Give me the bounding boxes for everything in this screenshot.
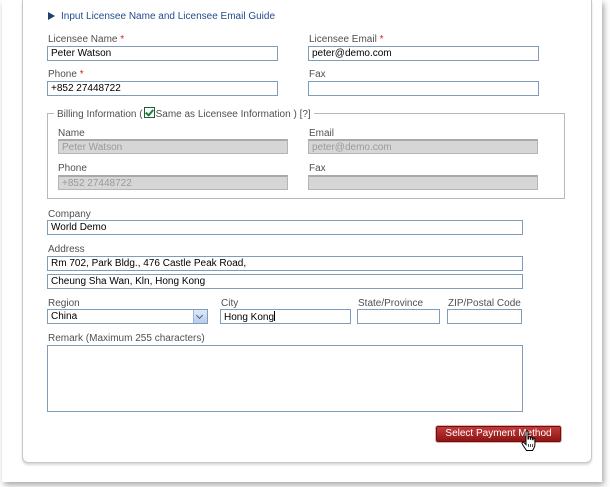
licensee-name-input[interactable]: Peter Watson	[47, 46, 278, 61]
billing-email-input: peter@demo.com	[308, 139, 538, 154]
licensee-email-label-text: Licensee Email	[309, 34, 377, 45]
chevron-down-icon[interactable]	[193, 310, 207, 323]
region-select[interactable]: China	[47, 309, 208, 324]
company-label: Company	[48, 209, 91, 220]
address-line2-input[interactable]: Cheung Sha Wan, Kln, Hong Kong	[47, 274, 523, 289]
play-triangle-icon	[48, 12, 55, 20]
billing-legend-prefix: Billing Information (	[57, 109, 143, 120]
remark-textarea[interactable]	[47, 345, 523, 412]
state-label: State/Province	[358, 298, 424, 309]
licensee-name-label-text: Licensee Name	[48, 34, 118, 45]
required-mark: *	[79, 69, 84, 80]
city-label: City	[221, 298, 239, 309]
remark-label: Remark (Maximum 255 characters)	[48, 333, 205, 344]
company-input[interactable]: World Demo	[47, 220, 523, 235]
billing-name-label: Name	[58, 128, 85, 139]
hand-cursor-icon	[521, 430, 536, 451]
billing-help-link[interactable]: [?]	[300, 109, 311, 120]
licensee-email-label: Licensee Email *	[309, 34, 384, 45]
guide-link[interactable]: Input Licensee Name and Licensee Email G…	[48, 11, 275, 22]
required-mark: *	[379, 34, 384, 45]
licensee-email-input[interactable]: peter@demo.com	[308, 46, 539, 61]
zip-input[interactable]	[447, 309, 522, 324]
region-label: Region	[48, 298, 80, 309]
text-caret	[274, 311, 276, 321]
city-input-value: Hong Kong	[224, 312, 275, 323]
state-input[interactable]	[357, 309, 440, 324]
same-as-licensee-checkbox[interactable]	[143, 107, 155, 118]
city-input[interactable]: Hong Kong	[220, 309, 351, 324]
licensee-fax-input[interactable]	[308, 81, 539, 96]
zip-label: ZIP/Postal Code	[448, 298, 521, 309]
billing-fax-input	[308, 175, 538, 190]
billing-email-label: Email	[309, 128, 335, 139]
billing-fax-label: Fax	[309, 163, 326, 174]
required-mark: *	[120, 34, 125, 45]
address-label: Address	[48, 244, 85, 255]
licensee-name-label: Licensee Name *	[48, 34, 124, 45]
billing-phone-label: Phone	[58, 163, 87, 174]
guide-link-label: Input Licensee Name and Licensee Email G…	[61, 11, 276, 22]
address-line1-input[interactable]: Rm 702, Park Bldg., 476 Castle Peak Road…	[47, 256, 523, 271]
billing-phone-input: +852 27448722	[58, 175, 288, 190]
billing-legend: Billing Information ( Same as Licensee In…	[54, 107, 314, 120]
region-selected-value: China	[51, 311, 78, 322]
licensee-phone-input[interactable]: +852 27448722	[47, 81, 278, 96]
licensee-phone-label: Phone *	[48, 69, 84, 80]
same-as-licensee-label[interactable]: Same as Licensee Information )	[156, 109, 297, 120]
billing-name-input: Peter Watson	[58, 139, 288, 154]
licensee-fax-label: Fax	[309, 69, 326, 80]
licensee-phone-label-text: Phone	[48, 69, 77, 80]
select-payment-method-button[interactable]: Select Payment Method	[436, 426, 561, 442]
